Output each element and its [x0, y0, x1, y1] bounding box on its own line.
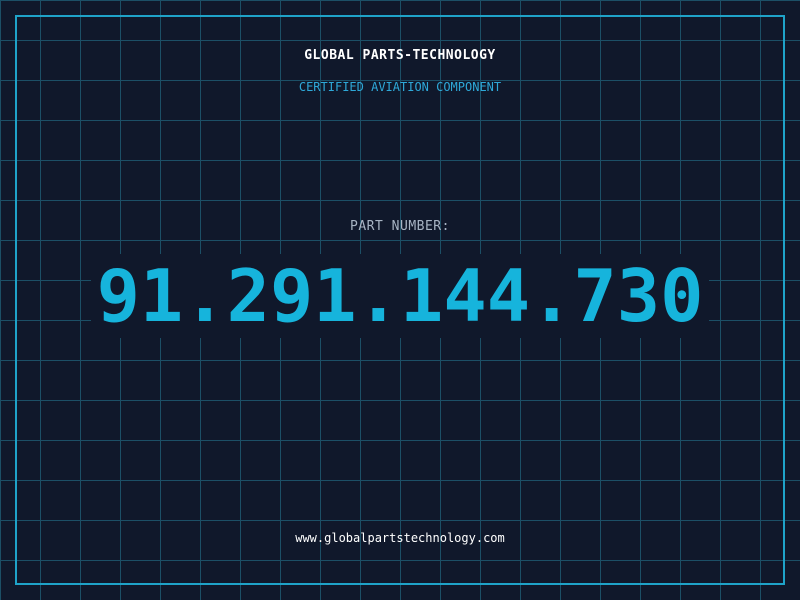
website-link[interactable]: www.globalpartstechnology.com [0, 531, 800, 545]
part-number-value: 91.291.144.730 [90, 254, 710, 338]
company-name: GLOBAL PARTS-TECHNOLOGY [304, 48, 496, 63]
tagline: CERTIFIED AVIATION COMPONENT [298, 80, 502, 94]
part-number-label: PART NUMBER: [350, 219, 450, 234]
part-number-display: 91.291.144.730 [0, 254, 800, 338]
